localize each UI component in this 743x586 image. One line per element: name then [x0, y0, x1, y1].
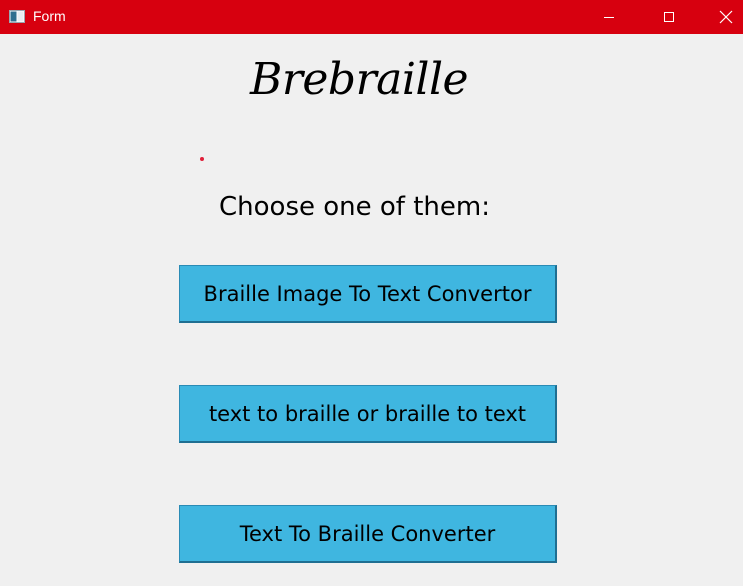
close-icon	[719, 10, 733, 24]
red-dot	[200, 157, 204, 161]
brand-title: Brebraille	[250, 54, 469, 105]
text-braille-two-way-button[interactable]: text to braille or braille to text	[179, 385, 557, 443]
maximize-icon	[664, 12, 674, 22]
text-to-braille-button[interactable]: Text To Braille Converter	[179, 505, 557, 563]
close-button[interactable]	[697, 0, 743, 34]
app-window-icon	[9, 10, 25, 23]
form-window: Form Brebraille Choose one of them: Brai…	[0, 0, 743, 586]
maximize-button[interactable]	[640, 0, 698, 34]
title-bar[interactable]: Form	[0, 0, 743, 34]
choose-prompt: Choose one of them:	[219, 192, 490, 222]
braille-image-to-text-button[interactable]: Braille Image To Text Convertor	[179, 265, 557, 323]
window-title: Form	[33, 8, 66, 24]
minimize-icon	[604, 17, 614, 18]
minimize-button[interactable]	[580, 0, 638, 34]
